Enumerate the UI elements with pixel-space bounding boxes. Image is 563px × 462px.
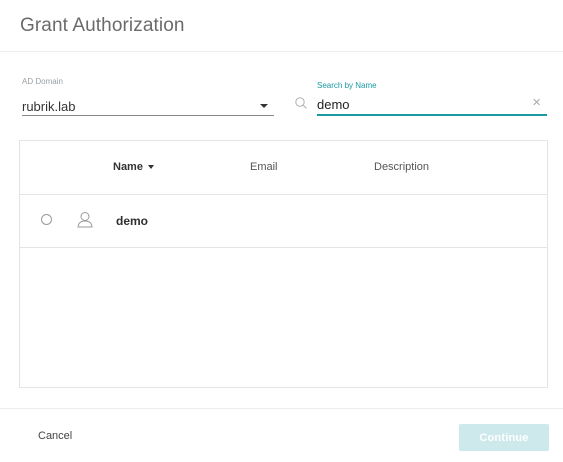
header-divider xyxy=(0,51,563,52)
chevron-down-icon xyxy=(260,104,268,108)
column-header-email[interactable]: Email xyxy=(250,161,278,173)
table-header: Name Email Description xyxy=(20,141,547,195)
dialog-title: Grant Authorization xyxy=(20,15,185,36)
grant-authorization-dialog: Grant Authorization AD Domain rubrik.lab… xyxy=(0,0,563,462)
users-table: Name Email Description demo xyxy=(19,140,548,388)
column-header-description[interactable]: Description xyxy=(374,161,429,173)
ad-domain-select[interactable]: rubrik.lab xyxy=(22,96,274,116)
search-label: Search by Name xyxy=(317,81,377,90)
footer-divider xyxy=(0,408,563,409)
search-input[interactable] xyxy=(317,94,547,116)
ad-domain-value: rubrik.lab xyxy=(22,99,76,114)
user-icon xyxy=(77,212,93,228)
column-header-name[interactable]: Name xyxy=(113,161,154,173)
continue-button[interactable]: Continue xyxy=(459,424,549,451)
row-name: demo xyxy=(116,214,149,228)
row-select-radio[interactable] xyxy=(41,214,52,225)
search-icon xyxy=(295,97,307,109)
ad-domain-label: AD Domain xyxy=(22,77,63,86)
table-row[interactable]: demo xyxy=(20,194,547,248)
cancel-button[interactable]: Cancel xyxy=(38,430,72,442)
sort-desc-icon xyxy=(147,165,154,170)
clear-icon[interactable]: ✕ xyxy=(532,97,541,109)
